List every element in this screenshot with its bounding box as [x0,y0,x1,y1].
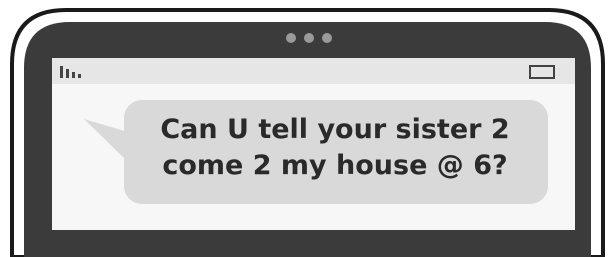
speaker-dots-icon [286,33,332,43]
phone-illustration: Can U tell your sister 2 come 2 my house… [0,0,615,257]
message-line-1: Can U tell your sister 2 [160,114,510,145]
text-message: Can U tell your sister 2 come 2 my house… [130,112,540,184]
message-line-2: come 2 my house @ 6? [162,150,508,181]
status-bar [52,58,575,84]
phone-lower-bezel [40,240,575,257]
